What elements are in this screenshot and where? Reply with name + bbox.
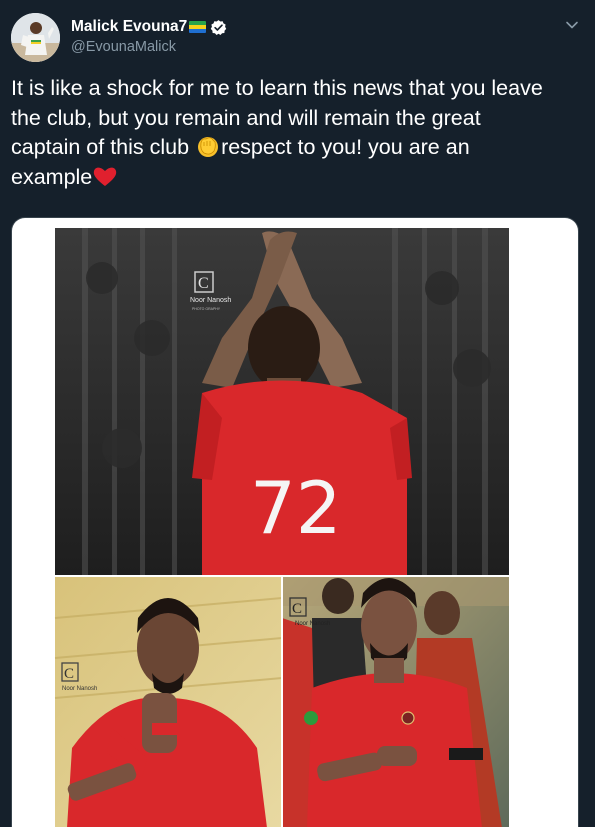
watermark-sub: PHOTO GRAPHY (192, 307, 221, 311)
red-heart-emoji (92, 164, 118, 188)
tweet-text-segment: example (11, 164, 93, 189)
svg-text:Noor Nanosh: Noor Nanosh (62, 686, 97, 692)
tweet-text-line: example (11, 163, 589, 193)
tweet-text-line: the club, but you remain and will remain… (11, 105, 481, 130)
tweet-text-segment: respect to you! you are an (221, 135, 470, 159)
tweet-card[interactable]: Malick Evouna7 @EvounaMalick It is like … (0, 0, 595, 827)
avatar[interactable] (11, 13, 60, 62)
display-name[interactable]: Malick Evouna7 (71, 18, 187, 36)
gabon-flag-icon (189, 21, 207, 33)
author-name-row[interactable]: Malick Evouna7 (71, 17, 227, 37)
raised-fist-emoji (195, 134, 221, 158)
tweet-text: It is like a shock for me to learn this … (11, 74, 589, 192)
tweet-media-image[interactable]: 72 C Noor Nanosh PHOTO GRAPHY C Noor Nan… (11, 217, 579, 827)
tweet-text-line: It is like a shock for me to learn this … (11, 76, 543, 100)
tweet-text-line: captain of this club respect to you! you… (11, 133, 589, 163)
avatar-image (11, 13, 60, 62)
svg-text:C: C (64, 666, 74, 682)
top-photo: 72 C Noor Nanosh PHOTO GRAPHY (55, 228, 509, 576)
jersey-number: 72 (250, 466, 342, 550)
verified-badge-icon (210, 19, 227, 36)
watermark-brand: Noor Nanosh (190, 297, 231, 304)
photo-collage: 72 C Noor Nanosh PHOTO GRAPHY C Noor Nan… (54, 228, 509, 827)
svg-text:Noor Nanosh: Noor Nanosh (295, 621, 330, 627)
tweet-text-segment: captain of this club (11, 135, 196, 159)
watermark-letter: C (198, 275, 209, 292)
user-handle[interactable]: @EvounaMalick (71, 39, 176, 55)
bottom-left-photo: C Noor Nanosh (54, 576, 283, 827)
bottom-right-photo: C Noor Nanosh (282, 576, 509, 827)
svg-text:C: C (292, 601, 302, 617)
chevron-down-icon[interactable] (564, 17, 580, 33)
